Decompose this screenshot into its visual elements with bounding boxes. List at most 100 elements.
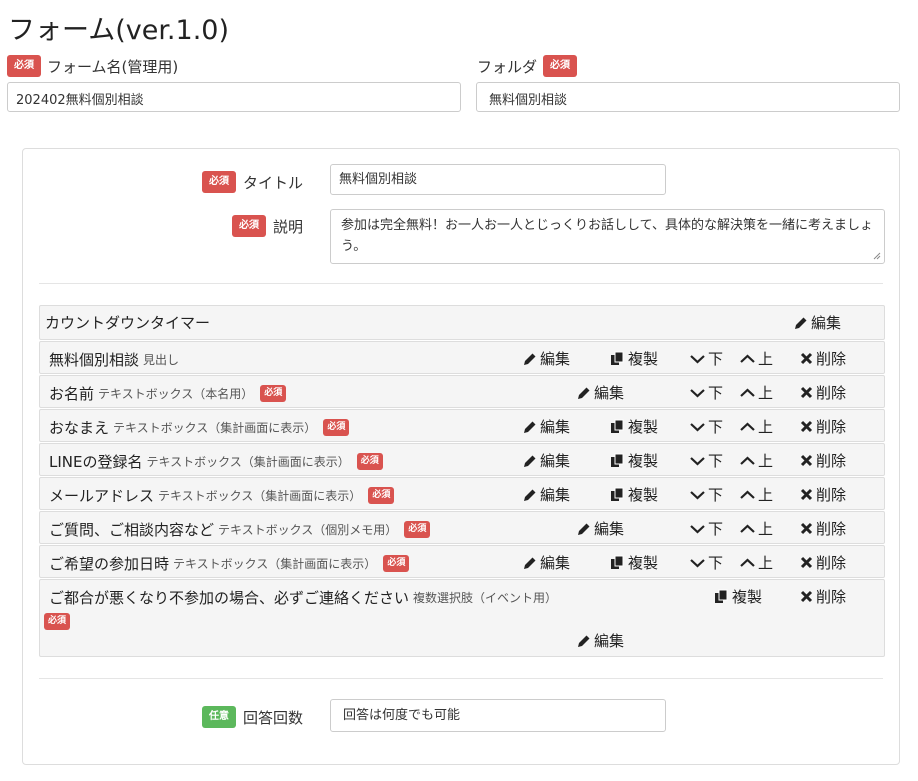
description-textarea[interactable]: 参加は完全無料！お一人お一人とじっくりお話しして、具体的な解決策を一緒に考えまし… [330,209,885,264]
move-up-button[interactable]: 上 [740,450,773,471]
optional-badge: 任意 [201,706,236,728]
page-title: フォーム(ver.1.0) [8,15,229,46]
move-down-button[interactable]: 下 [690,382,723,403]
delete-button[interactable]: 削除 [800,518,846,539]
edit-button[interactable]: 編集 [523,552,570,573]
move-up-button[interactable]: 上 [740,552,773,573]
copy-button[interactable]: 複製 [714,586,762,607]
edit-label: 編集 [540,554,571,572]
edit-button[interactable]: 編集 [523,348,570,369]
chevron-up-icon [740,490,755,499]
up-label: 上 [758,418,774,436]
list-item: メールアドレス テキストボックス（集計画面に表示） 必須 編集 複製 下 上 削… [39,477,885,510]
item-name: 無料個別相談 [49,351,140,369]
copy-button[interactable]: 複製 [610,552,658,573]
down-label: 下 [708,520,724,538]
delete-label: 削除 [816,588,847,606]
item-name: LINEの登録名 [49,453,143,471]
delete-label: 削除 [816,418,847,436]
down-label: 下 [708,554,724,572]
move-down-button[interactable]: 下 [690,450,723,471]
delete-button[interactable]: 削除 [800,552,846,573]
move-up-button[interactable]: 上 [740,382,773,403]
item-name-group: ご質問、ご相談内容など テキストボックス（個別メモ用） 必須 [49,519,431,540]
title-label-group: 必須 タイトル [23,171,303,193]
edit-button[interactable]: 編集 [523,416,570,437]
copy-button[interactable]: 複製 [610,450,658,471]
chevron-up-icon [740,388,755,397]
item-name-group: 無料個別相談 見出し [49,349,179,370]
pencil-icon [524,421,536,433]
folder-select[interactable]: 無料個別相談 [476,82,900,112]
delete-button[interactable]: 削除 [800,382,846,403]
list-item: おなまえ テキストボックス（集計画面に表示） 必須 編集 複製 下 上 削除 [39,409,885,442]
required-badge: 必須 [44,613,71,630]
item-name: ご都合が悪くなり不参加の場合、必ずご連絡ください [49,589,410,607]
copy-label: 複製 [628,418,659,436]
copy-icon [611,487,624,501]
down-label: 下 [708,418,724,436]
item-name: メールアドレス [49,487,155,505]
answer-count-select[interactable]: 回答は何度でも可能 [330,699,666,732]
form-name-label: フォーム名(管理用) [47,57,179,76]
copy-button[interactable]: 複製 [610,416,658,437]
down-label: 下 [708,452,724,470]
answer-count-label-group: 任意 回答回数 [23,706,303,728]
item-name: おなまえ [49,419,110,437]
delete-button[interactable]: 削除 [800,586,846,607]
move-down-button[interactable]: 下 [690,416,723,437]
pencil-icon [795,317,807,329]
chevron-up-icon [740,456,755,465]
copy-icon [611,453,624,467]
copy-label: 複製 [628,350,659,368]
move-down-button[interactable]: 下 [690,348,723,369]
required-badge: 必須 [201,171,236,193]
edit-button[interactable]: 編集 [577,382,624,403]
close-icon [800,556,813,569]
pencil-icon [524,557,536,569]
close-icon [800,420,813,433]
delete-label: 削除 [816,486,847,504]
required-badge: 必須 [356,453,383,470]
move-up-button[interactable]: 上 [740,348,773,369]
down-label: 下 [708,350,724,368]
copy-icon [715,589,728,603]
edit-button[interactable]: 編集 [794,312,841,333]
move-down-button[interactable]: 下 [690,484,723,505]
up-label: 上 [758,384,774,402]
copy-button[interactable]: 複製 [610,484,658,505]
delete-button[interactable]: 削除 [800,348,846,369]
up-label: 上 [758,520,774,538]
move-down-button[interactable]: 下 [690,518,723,539]
move-up-button[interactable]: 上 [740,416,773,437]
item-type: 見出し [143,353,180,367]
required-badge: 必須 [404,521,431,538]
copy-button[interactable]: 複製 [610,348,658,369]
form-name-input[interactable]: 202402無料個別相談 [7,82,461,112]
edit-button[interactable]: 編集 [523,450,570,471]
move-up-button[interactable]: 上 [740,518,773,539]
edit-button[interactable]: 編集 [523,484,570,505]
down-label: 下 [708,486,724,504]
delete-button[interactable]: 削除 [800,450,846,471]
item-name-group: おなまえ テキストボックス（集計画面に表示） 必須 [49,417,350,438]
delete-button[interactable]: 削除 [800,416,846,437]
edit-label: 編集 [594,520,625,538]
pencil-icon [578,523,590,535]
title-label: タイトル [242,173,303,192]
list-item: お名前 テキストボックス（本名用） 必須 編集 下 上 削除 [39,375,885,408]
delete-label: 削除 [816,350,847,368]
item-name-group: カウントダウンタイマー [45,312,210,333]
chevron-down-icon [690,558,705,567]
edit-button[interactable]: 編集 [577,518,624,539]
chevron-up-icon [740,558,755,567]
edit-label: 編集 [540,452,571,470]
close-icon [800,352,813,365]
move-down-button[interactable]: 下 [690,552,723,573]
edit-button[interactable]: 編集 [577,630,624,651]
move-up-button[interactable]: 上 [740,484,773,505]
item-type: テキストボックス（個別メモ用） [218,523,398,537]
title-input[interactable]: 無料個別相談 [330,164,666,195]
resize-handle-icon[interactable] [873,252,881,260]
delete-button[interactable]: 削除 [800,484,846,505]
